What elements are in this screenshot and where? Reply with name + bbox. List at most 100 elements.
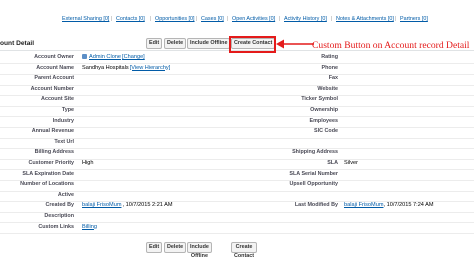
highlight-box bbox=[229, 36, 276, 53]
field-label: Ticker Symbol bbox=[301, 96, 338, 103]
field-label: Type bbox=[61, 107, 74, 113]
field-value: Silver bbox=[344, 160, 358, 166]
delete-button[interactable]: Delete bbox=[164, 38, 187, 49]
left-label-cell: Account Owner bbox=[0, 53, 74, 63]
field-label: Website bbox=[317, 85, 338, 92]
link-partners[interactable]: Partners [0] bbox=[400, 16, 428, 22]
field-label: Account Owner bbox=[34, 54, 74, 60]
field-value-extra: , 10/7/2015 7:24 AM bbox=[383, 202, 434, 209]
left-label-cell: Customer Priority bbox=[0, 159, 74, 169]
left-label-cell: Text Url bbox=[0, 138, 74, 148]
field-label: Account Site bbox=[41, 96, 74, 103]
field-value-extra[interactable]: [Change] bbox=[122, 54, 145, 60]
link-opportunities[interactable]: Opportunities [0] bbox=[155, 16, 195, 22]
link-cases[interactable]: Cases [0] bbox=[201, 16, 224, 22]
link-open-activities[interactable]: Open Activities [0] bbox=[232, 16, 275, 22]
field-label: Description bbox=[44, 213, 74, 219]
link-separator: | bbox=[331, 16, 333, 22]
field-value-text[interactable]: Billing bbox=[82, 224, 97, 230]
field-label: Rating bbox=[321, 54, 338, 60]
field-value[interactable]: balaji FrisoMum, 10/7/2015 7:24 AM bbox=[344, 202, 434, 208]
link-notes-attachments[interactable]: Notes & Attachments [0] bbox=[336, 16, 394, 22]
field-label: Parent Account bbox=[34, 75, 74, 82]
left-label-cell: Billing Address bbox=[0, 148, 74, 158]
field-label: Upsell Opportunity bbox=[289, 181, 338, 188]
field-label: Fax bbox=[328, 75, 338, 82]
link-separator: | bbox=[111, 16, 113, 22]
left-label-cell: Created By bbox=[0, 201, 74, 211]
field-value[interactable]: Billing bbox=[82, 224, 97, 230]
left-label-cell: Industry bbox=[0, 117, 74, 127]
field-label: Employees bbox=[309, 117, 338, 124]
right-label-cell bbox=[280, 223, 338, 233]
field-value-text[interactable]: Admin Clone bbox=[89, 54, 121, 60]
include-offline-button[interactable]: Include Offline bbox=[187, 38, 231, 49]
field-label: Text Url bbox=[54, 138, 74, 145]
user-icon bbox=[82, 54, 87, 59]
right-label-cell: Employees bbox=[280, 117, 338, 127]
edit-button[interactable]: Edit bbox=[146, 38, 163, 49]
link-separator: | bbox=[279, 16, 281, 22]
link-activity-history[interactable]: Activity History [0] bbox=[284, 16, 327, 22]
left-label-cell: Custom Links bbox=[0, 223, 74, 233]
right-label-cell: Website bbox=[280, 85, 338, 95]
annotation-text: Custom Button on Account record Detail bbox=[312, 40, 470, 51]
link-contacts[interactable]: Contacts [0] bbox=[116, 16, 145, 22]
link-separator: | bbox=[196, 16, 198, 22]
field-value[interactable]: balaji FrisoMum, 10/7/2015 2:21 AM bbox=[82, 202, 173, 208]
field-value[interactable]: Admin Clone[Change] bbox=[82, 54, 145, 60]
right-label-cell bbox=[280, 212, 338, 222]
right-label-cell: SLA Serial Number bbox=[280, 170, 338, 180]
field-value-extra[interactable]: [View Hierarchy] bbox=[130, 65, 171, 71]
field-label: Custom Links bbox=[38, 223, 74, 230]
field-label: Created By bbox=[45, 202, 74, 209]
field-label: SLA Expiration Date bbox=[22, 170, 74, 177]
link-separator: | bbox=[227, 16, 229, 22]
field-label: Account Number bbox=[30, 85, 74, 92]
field-value-text: High bbox=[82, 160, 94, 166]
field-value: Sandhya Hospitals[View Hierarchy] bbox=[82, 65, 170, 71]
field-value-text[interactable]: balaji FrisoMum bbox=[344, 202, 383, 208]
field-label: Ownership bbox=[310, 107, 338, 113]
field-label: Billing Address bbox=[34, 149, 74, 156]
link-separator: | bbox=[395, 16, 397, 22]
left-label-cell: Description bbox=[0, 212, 74, 222]
field-label: Industry bbox=[52, 117, 74, 124]
field-label: Customer Priority bbox=[28, 160, 74, 166]
section-title: ount Detail bbox=[0, 40, 35, 47]
right-label-cell: Rating bbox=[280, 53, 338, 63]
field-value-text[interactable]: balaji FrisoMum bbox=[82, 202, 121, 208]
right-label-cell bbox=[280, 191, 338, 201]
right-label-cell: Fax bbox=[280, 74, 338, 84]
field-label: SIC Code bbox=[314, 128, 338, 135]
right-label-cell: Last Modified By bbox=[280, 201, 338, 211]
field-label: Account Name bbox=[36, 64, 74, 71]
arrow-icon bbox=[276, 39, 314, 49]
right-label-cell: SIC Code bbox=[280, 127, 338, 137]
left-label-cell: SLA Expiration Date bbox=[0, 170, 74, 180]
field-label: Shipping Address bbox=[292, 149, 338, 156]
field-label: SLA Serial Number bbox=[289, 170, 338, 177]
field-value-text: Sandhya Hospitals bbox=[82, 64, 129, 71]
left-label-cell: Annual Revenue bbox=[0, 127, 74, 137]
left-label-cell: Number of Locations bbox=[0, 180, 74, 190]
right-label-cell: SLA bbox=[280, 159, 338, 169]
right-label-cell: Shipping Address bbox=[280, 148, 338, 158]
related-list-links: External Sharing [0] | Contacts [0] | Op… bbox=[0, 16, 474, 26]
right-label-cell: Ticker Symbol bbox=[280, 95, 338, 105]
field-label: Number of Locations bbox=[20, 181, 74, 188]
field-value-extra: , 10/7/2015 2:21 AM bbox=[122, 202, 173, 209]
right-label-cell: Phone bbox=[280, 64, 338, 74]
field-value-text: Silver bbox=[344, 160, 358, 166]
detail-row: Custom Links Billing bbox=[0, 223, 474, 234]
right-label-cell bbox=[280, 138, 338, 148]
right-label-cell: Upsell Opportunity bbox=[280, 180, 338, 190]
right-label-cell: Ownership bbox=[280, 106, 338, 116]
left-label-cell: Account Site bbox=[0, 95, 74, 105]
link-external-sharing[interactable]: External Sharing [0] bbox=[62, 16, 109, 22]
field-label: Annual Revenue bbox=[31, 128, 74, 135]
field-label: Phone bbox=[321, 64, 338, 71]
left-label-cell: Account Name bbox=[0, 64, 74, 74]
field-label: SLA bbox=[327, 160, 338, 166]
left-label-cell: Parent Account bbox=[0, 74, 74, 84]
